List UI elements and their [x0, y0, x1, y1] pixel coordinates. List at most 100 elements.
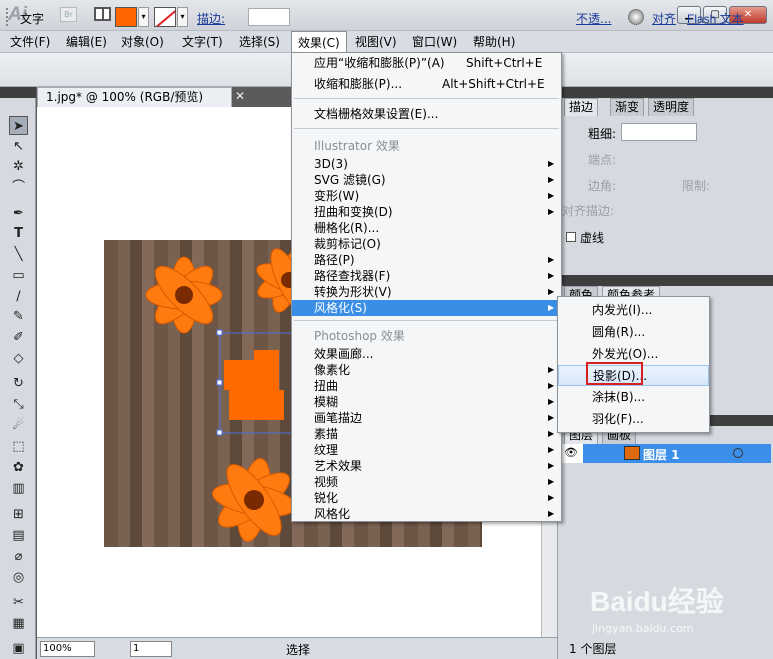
panel-header[interactable]	[558, 275, 773, 286]
menu-path[interactable]: 路径(P) ▶	[292, 252, 561, 268]
symbol-sprayer-tool-icon[interactable]: ✿	[9, 458, 28, 477]
menu-help[interactable]: 帮助(H)	[467, 31, 521, 53]
bridge-icon[interactable]: Br	[60, 7, 77, 22]
recolor-icon[interactable]	[628, 9, 644, 25]
artboard-number-field[interactable]: 1	[130, 641, 172, 657]
menu-texture[interactable]: 纹理 ▶	[292, 442, 561, 458]
submenu-arrow-icon: ▶	[548, 365, 555, 374]
menu-object[interactable]: 对象(O)	[115, 31, 170, 53]
submenu-arrow-icon: ▶	[548, 397, 555, 406]
eraser-tool-icon[interactable]: ◇	[9, 349, 28, 368]
menu-blur[interactable]: 模糊 ▶	[292, 394, 561, 410]
menu-distort-transform[interactable]: 扭曲和变换(D) ▶	[292, 204, 561, 220]
selection-tool-icon[interactable]: ➤	[9, 116, 28, 135]
gradient-tool-icon[interactable]: ▤	[9, 526, 28, 545]
slice-tool-icon[interactable]: ✂	[9, 593, 28, 612]
scale-tool-icon[interactable]: ⤡	[9, 395, 28, 414]
dashed-line-checkbox[interactable]	[566, 232, 576, 242]
menu-stylize-illustrator[interactable]: 风格化(S) ▶	[292, 300, 561, 316]
visibility-eye-icon[interactable]: 👁	[564, 446, 578, 459]
menu-raster-settings[interactable]: 文档栅格效果设置(E)...	[292, 106, 561, 122]
blend-tool-icon[interactable]: ◎	[9, 568, 28, 587]
pencil-tool-icon[interactable]: ✎	[9, 307, 28, 326]
menu-sharpen[interactable]: 锐化 ▶	[292, 490, 561, 506]
menu-feather[interactable]: 羽化(F)...	[558, 409, 709, 430]
stroke-weight-input[interactable]	[248, 8, 290, 26]
lasso-tool-icon[interactable]: ⌒	[9, 178, 28, 197]
pen-tool-icon[interactable]: ✒	[9, 204, 28, 223]
stroke-weight-dropdown[interactable]	[621, 123, 697, 141]
paintbrush-tool-icon[interactable]: ∕	[9, 287, 28, 306]
stroke-label[interactable]: 描边:	[197, 10, 225, 27]
menu-rasterize[interactable]: 栅格化(R)...	[292, 220, 561, 236]
menu-item-label: 栅格化(R)...	[314, 221, 380, 235]
line-tool-icon[interactable]: ╲	[9, 245, 28, 264]
flash-text-link[interactable]: Flash 文本	[687, 10, 744, 27]
blob-brush-tool-icon[interactable]: ✐	[9, 328, 28, 347]
close-document-icon[interactable]: ✕	[235, 89, 245, 103]
menu-view[interactable]: 视图(V)	[349, 31, 403, 53]
direct-selection-tool-icon[interactable]: ↖	[9, 137, 28, 156]
graph-tool-icon[interactable]: ▥	[9, 479, 28, 498]
fill-dropdown-icon[interactable]: ▾	[138, 7, 149, 27]
magic-wand-tool-icon[interactable]: ✲	[9, 157, 28, 176]
rotate-tool-icon[interactable]: ↻	[9, 374, 28, 393]
menu-effect-gallery[interactable]: 效果画廊...	[292, 346, 561, 362]
menu-artistic[interactable]: 艺术效果 ▶	[292, 458, 561, 474]
menu-pathfinder[interactable]: 路径查找器(F) ▶	[292, 268, 561, 284]
menu-bar: 文件(F) 编辑(E) 对象(O) 文字(T) 选择(S) 效果(C) 视图(V…	[0, 31, 773, 53]
rectangle-tool-icon[interactable]: ▭	[9, 266, 28, 285]
eyedropper-tool-icon[interactable]: ⌀	[9, 547, 28, 566]
screen-mode-icon[interactable]: ▣	[9, 639, 28, 658]
menu-item-label: 变形(W)	[314, 189, 360, 203]
panel-header[interactable]	[558, 87, 773, 98]
type-tool-icon[interactable]: T	[9, 224, 28, 243]
align-link[interactable]: 对齐	[652, 10, 676, 27]
menu-last-effect[interactable]: 收缩和膨胀(P)... Alt+Shift+Ctrl+E	[292, 76, 561, 92]
warp-tool-icon[interactable]: ☄	[9, 416, 28, 435]
current-tool-status[interactable]: 选择	[286, 641, 310, 658]
document-tab[interactable]: 1.jpg* @ 100% (RGB/预览)	[37, 87, 232, 107]
stroke-dropdown-icon[interactable]: ▾	[177, 7, 188, 27]
selection-type-label: 文字	[20, 12, 45, 26]
menu-distort[interactable]: 扭曲 ▶	[292, 378, 561, 394]
tab-gradient[interactable]: 渐变	[610, 98, 645, 116]
align-stroke-label: 对齐描边:	[562, 204, 615, 218]
fill-color-swatch[interactable]	[115, 7, 137, 27]
menu-video[interactable]: 视频 ▶	[292, 474, 561, 490]
menu-apply-last-effect[interactable]: 应用“收缩和膨胀(P)”(A) Shift+Ctrl+E	[292, 55, 561, 71]
grip-icon[interactable]	[6, 8, 10, 26]
menu-round-corners[interactable]: 圆角(R)...	[558, 322, 709, 343]
tools-panel-header[interactable]	[0, 87, 36, 98]
layer-target-icon[interactable]	[733, 448, 743, 458]
mesh-tool-icon[interactable]: ⊞	[9, 505, 28, 524]
tab-transparency[interactable]: 透明度	[648, 98, 695, 116]
stroke-weight-label: 粗细:	[588, 127, 617, 141]
menu-brush-strokes[interactable]: 画笔描边 ▶	[292, 410, 561, 426]
tab-stroke[interactable]: 描边	[564, 98, 599, 116]
opacity-link[interactable]: 不透...	[576, 10, 611, 27]
menu-inner-glow[interactable]: 内发光(I)...	[558, 300, 709, 321]
menu-convert-to-shape[interactable]: 转换为形状(V) ▶	[292, 284, 561, 300]
menu-select[interactable]: 选择(S)	[233, 31, 286, 53]
layer-name[interactable]: 图层 1	[643, 446, 680, 463]
arrange-documents-icon[interactable]	[94, 7, 111, 21]
menu-effect[interactable]: 效果(C)	[291, 31, 347, 53]
menu-edit[interactable]: 编辑(E)	[60, 31, 113, 53]
menu-warp[interactable]: 变形(W) ▶	[292, 188, 561, 204]
menu-pixelate[interactable]: 像素化 ▶	[292, 362, 561, 378]
zoom-level-field[interactable]: 100%	[40, 641, 95, 657]
menu-svg-filters[interactable]: SVG 滤镜(G) ▶	[292, 172, 561, 188]
menu-3d[interactable]: 3D(3) ▶	[292, 156, 561, 172]
stroke-color-swatch[interactable]	[154, 7, 176, 27]
menu-crop-marks[interactable]: 裁剪标记(O)	[292, 236, 561, 252]
menu-window[interactable]: 窗口(W)	[406, 31, 463, 53]
menu-type[interactable]: 文字(T)	[176, 31, 229, 53]
free-transform-tool-icon[interactable]: ⬚	[9, 437, 28, 456]
submenu-arrow-icon: ▶	[548, 429, 555, 438]
column-graph-icon[interactable]: ▦	[9, 614, 28, 633]
menu-stylize-photoshop[interactable]: 风格化 ▶	[292, 506, 561, 522]
menu-file[interactable]: 文件(F)	[4, 31, 56, 53]
menu-scribble[interactable]: 涂抹(B)...	[558, 387, 709, 408]
menu-sketch[interactable]: 素描 ▶	[292, 426, 561, 442]
